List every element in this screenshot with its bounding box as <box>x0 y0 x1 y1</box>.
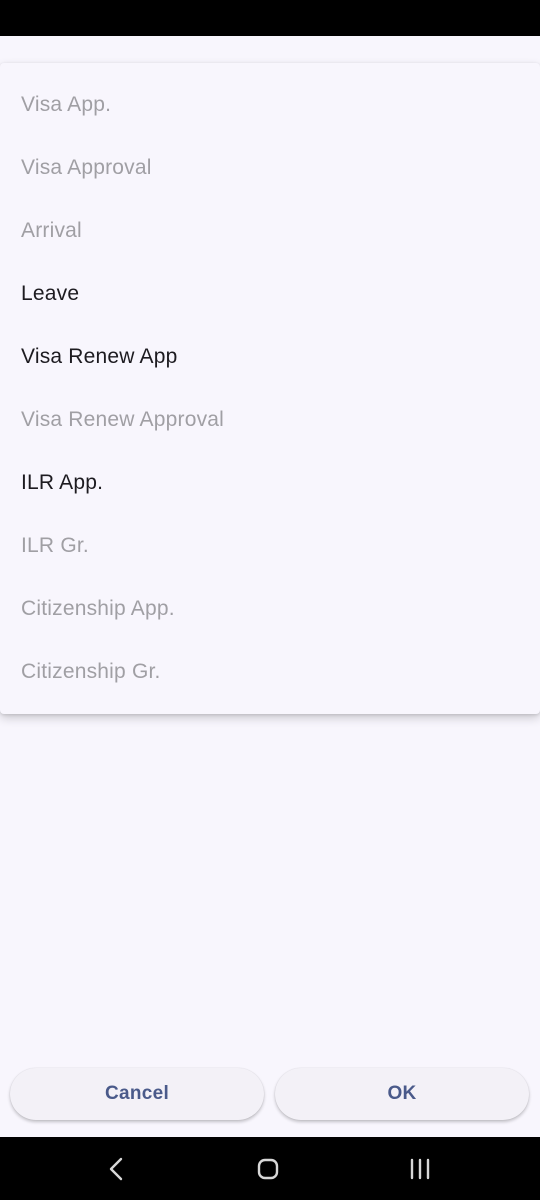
cancel-button[interactable]: Cancel <box>10 1068 264 1120</box>
home-icon[interactable] <box>252 1153 284 1185</box>
menu-item-arrival: Arrival <box>21 218 82 242</box>
menu-item-visa-renew-approval: Visa Renew Approval <box>21 407 225 431</box>
menu-item-visa-approval: Visa Approval <box>21 155 152 179</box>
menu-item-citizenship-app: Citizenship App. <box>21 596 175 620</box>
back-chevron-icon[interactable] <box>101 1153 133 1185</box>
menu-item-ilr-app[interactable]: ILR App. <box>0 451 540 514</box>
menu-item-leave[interactable]: Leave <box>0 262 540 325</box>
status-bar <box>0 0 540 36</box>
menu-item-ilr-gr: ILR Gr. <box>21 533 89 557</box>
ok-button[interactable]: OK <box>275 1068 529 1120</box>
menu-item-visa-app: Visa App. <box>21 92 112 116</box>
menu-item-citizenship-gr: Citizenship Gr. <box>21 659 161 683</box>
dialog-actions: Cancel OK <box>0 1060 540 1137</box>
system-navigation-bar <box>0 1137 540 1200</box>
recents-icon[interactable] <box>404 1153 436 1185</box>
menu-item-visa-renew-app[interactable]: Visa Renew App <box>0 325 540 388</box>
dropdown-menu: Visa App. Visa Approval Arrival Leave Vi… <box>0 63 540 714</box>
